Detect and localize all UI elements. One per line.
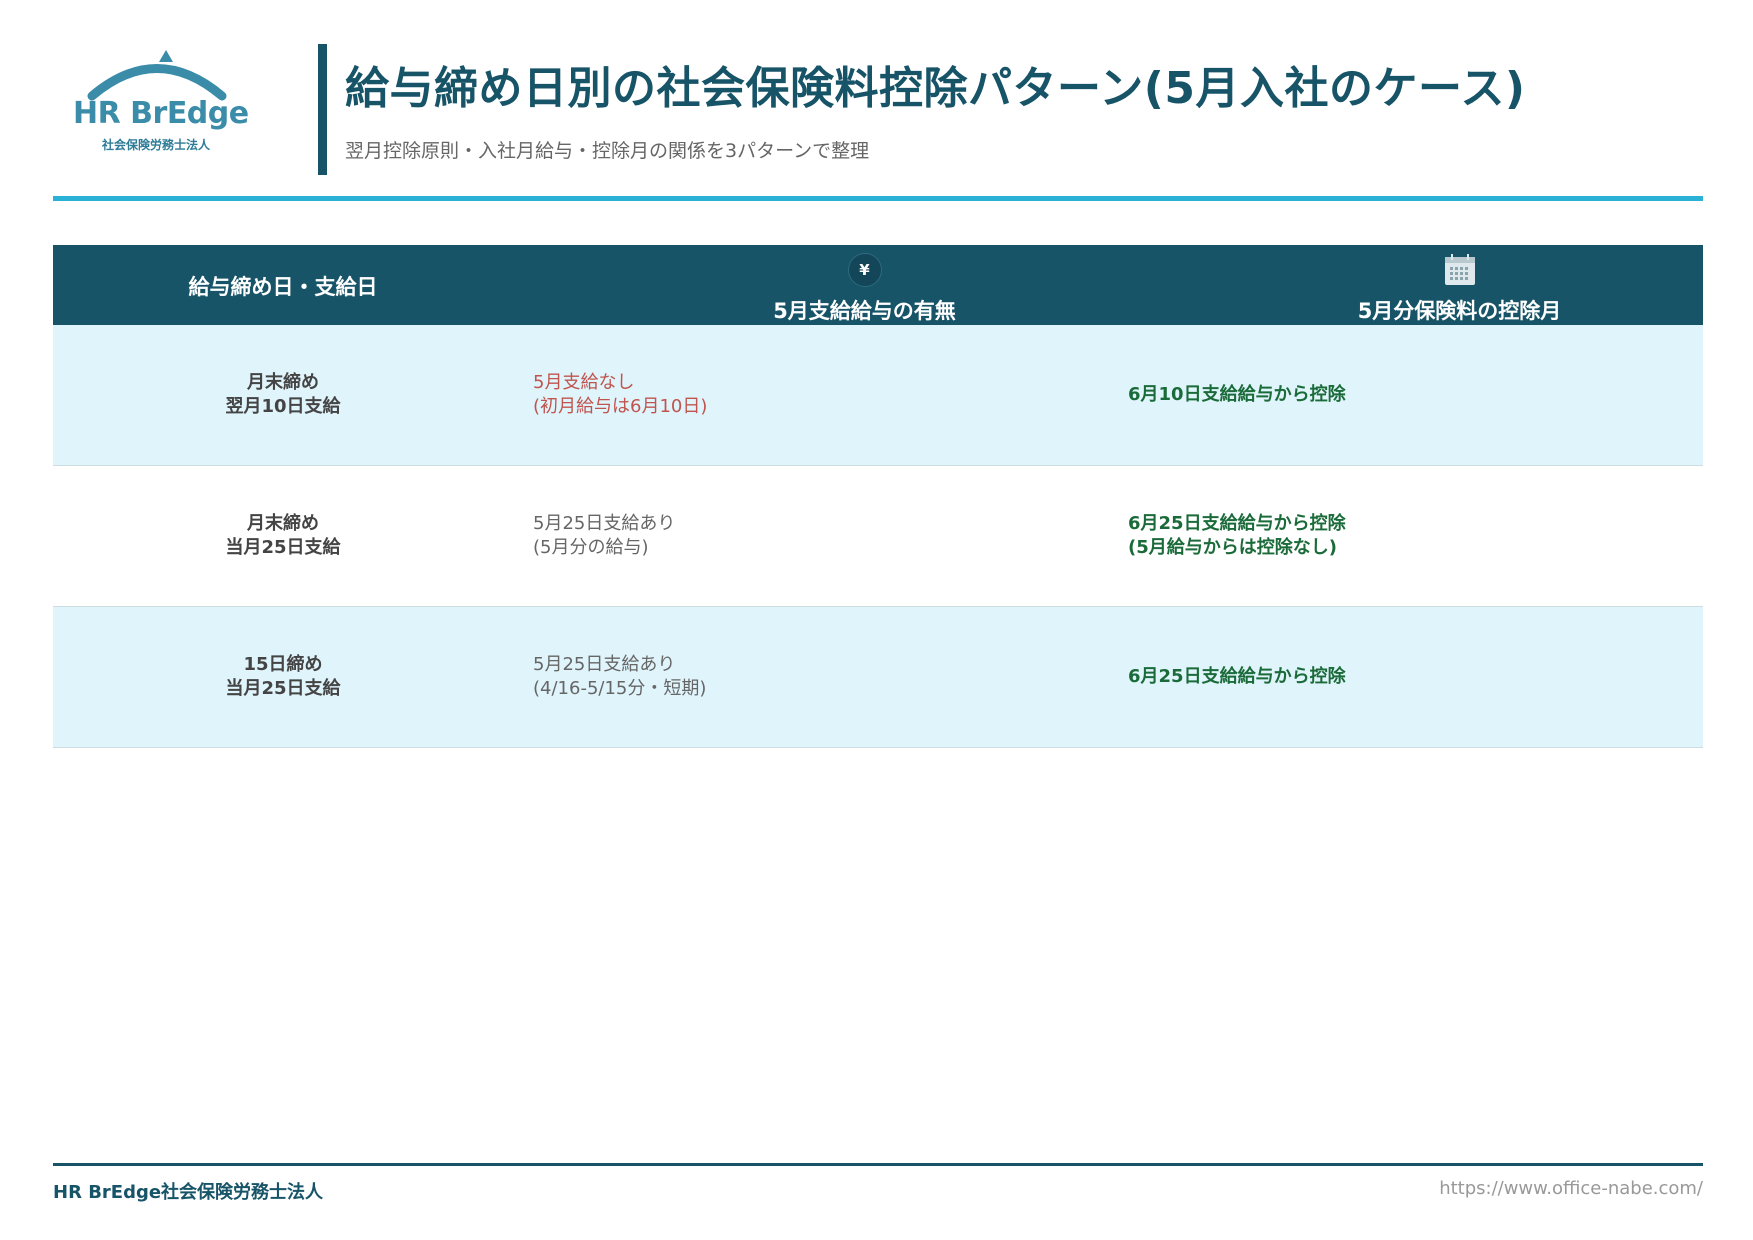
header-divider xyxy=(53,196,1703,201)
schedule-payday: 翌月10日支給 xyxy=(225,396,341,417)
schedule-payday: 当月25日支給 xyxy=(225,678,341,699)
calendar-icon xyxy=(1443,253,1477,292)
schedule-cell: 15日締め 当月25日支給 xyxy=(53,607,513,747)
deduction-cell: 6月25日支給給与から控除 xyxy=(1128,607,1688,747)
footer-url[interactable]: https://www.office-nabe.com/ xyxy=(1439,1178,1703,1199)
logo-subtitle: 社会保険労務士法人 xyxy=(102,138,211,152)
logo-brand: HR BrEdge xyxy=(73,96,249,131)
may-pay-cell: 5月支給なし (初月給与は6月10日) xyxy=(533,325,1173,465)
schedule-close: 月末締め xyxy=(247,513,319,534)
page-subtitle: 翌月控除原則・入社月給与・控除月の関係を3パターンで整理 xyxy=(345,140,870,162)
deduction-month: 6月10日支給給与から控除 xyxy=(1128,384,1346,405)
footer-divider xyxy=(53,1163,1703,1166)
table-row: 15日締め 当月25日支給 5月25日支給あり (4/16-5/15分・短期) … xyxy=(53,607,1703,748)
table-row: 月末締め 翌月10日支給 5月支給なし (初月給与は6月10日) 6月10日支給… xyxy=(53,325,1703,466)
schedule-payday: 当月25日支給 xyxy=(225,537,341,558)
title-accent-bar xyxy=(318,44,327,175)
schedule-close: 月末締め xyxy=(247,372,319,393)
footer-org: HR BrEdge社会保険労務士法人 xyxy=(53,1182,324,1203)
header-schedule: 給与締め日・支給日 xyxy=(53,245,513,325)
page-title: 給与締め日別の社会保険料控除パターン(5月入社のケース) xyxy=(345,63,1526,114)
may-pay-note: (4/16-5/15分・短期) xyxy=(533,678,707,699)
header-deduction-month-label: 5月分保険料の控除月 xyxy=(1357,299,1562,323)
deduction-month: 6月25日支給給与から控除 xyxy=(1128,513,1346,534)
schedule-cell: 月末締め 当月25日支給 xyxy=(53,466,513,606)
header-deduction-month: 5月分保険料の控除月 xyxy=(1216,245,1703,325)
deduction-month: 6月25日支給給与から控除 xyxy=(1128,666,1346,687)
deduction-pattern-table: 給与締め日・支給日 ¥ 5月支給給与の有無 5月分保険料の控除月 月末締め 翌月… xyxy=(53,245,1703,748)
may-pay-status: 5月25日支給あり xyxy=(533,513,676,534)
may-pay-status: 5月支給なし xyxy=(533,372,635,393)
table-row: 月末締め 当月25日支給 5月25日支給あり (5月分の給与) 6月25日支給給… xyxy=(53,466,1703,607)
schedule-cell: 月末締め 翌月10日支給 xyxy=(53,325,513,465)
header-may-pay-label: 5月支給給与の有無 xyxy=(773,299,956,323)
may-pay-status: 5月25日支給あり xyxy=(533,654,676,675)
yen-icon: ¥ xyxy=(847,253,882,287)
deduction-note: (5月給与からは控除なし) xyxy=(1128,537,1337,558)
schedule-close: 15日締め xyxy=(243,654,323,675)
may-pay-cell: 5月25日支給あり (5月分の給与) xyxy=(533,466,1173,606)
deduction-cell: 6月10日支給給与から控除 xyxy=(1128,325,1688,465)
header-may-pay: ¥ 5月支給給与の有無 xyxy=(513,245,1216,325)
may-pay-note: (初月給与は6月10日) xyxy=(533,396,708,417)
deduction-cell: 6月25日支給給与から控除 (5月給与からは控除なし) xyxy=(1128,466,1688,606)
header-schedule-label: 給与締め日・支給日 xyxy=(188,275,378,299)
logo: HR BrEdge 社会保険労務士法人 xyxy=(62,46,252,156)
may-pay-cell: 5月25日支給あり (4/16-5/15分・短期) xyxy=(533,607,1173,747)
table-header: 給与締め日・支給日 ¥ 5月支給給与の有無 5月分保険料の控除月 xyxy=(53,245,1703,325)
may-pay-note: (5月分の給与) xyxy=(533,537,649,558)
